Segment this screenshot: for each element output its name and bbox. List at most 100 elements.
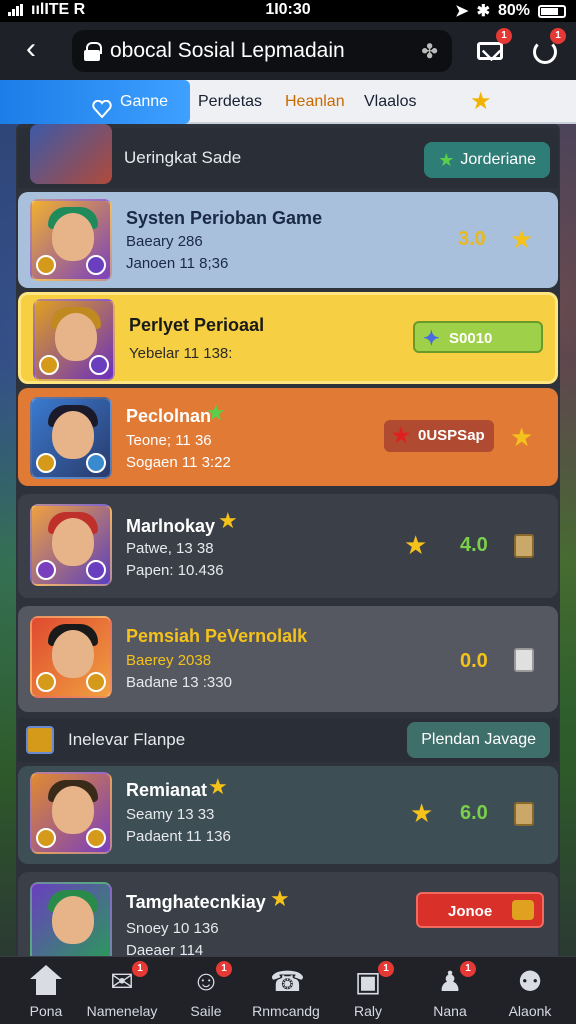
- item-title: Systen Perioban Game: [126, 208, 323, 228]
- item-detail: Badane 13 :330: [126, 674, 232, 691]
- face-shape: [52, 786, 94, 834]
- list-item[interactable]: Peclolnan ★ Teone; 11 36 Sogaen 11 3:22 …: [18, 388, 558, 486]
- phone-icon: ☎: [270, 966, 305, 997]
- face-shape: [52, 411, 94, 459]
- action-button[interactable]: ✦ S0010: [413, 321, 543, 353]
- star-icon[interactable]: ★: [410, 798, 433, 829]
- gem-icon: ✦: [423, 328, 440, 350]
- star-icon: ★: [208, 774, 228, 799]
- badge-icon: [39, 355, 59, 375]
- star-icon: ★: [218, 508, 238, 533]
- star-icon: ★: [438, 150, 455, 170]
- mail-icon[interactable]: 1: [474, 28, 512, 68]
- address-text: obocal Sosial Lepmadain: [110, 39, 345, 62]
- item-detail: Janoen 11 8;36: [126, 255, 229, 272]
- avatar: [30, 882, 112, 956]
- chest-icon[interactable]: [514, 648, 534, 672]
- badge-icon: [86, 828, 106, 848]
- refresh-ring: [533, 40, 557, 64]
- badge-icon: [86, 560, 106, 580]
- face-shape: [52, 213, 94, 261]
- item-detail: Daeaer 114: [126, 942, 204, 956]
- section-header: Inelevar Flanpe Plendan Javage: [18, 718, 558, 762]
- nav-namenelay[interactable]: ✉ 1 Namenelay: [76, 957, 168, 1024]
- heart-check-icon: [92, 92, 112, 119]
- item-detail: Padaent 11 136: [126, 828, 231, 845]
- nav-saile[interactable]: ☺ 1 Saile: [160, 957, 252, 1024]
- face-shape: [52, 518, 94, 566]
- badge-icon: [86, 672, 106, 692]
- profile-icon: ⚉: [517, 966, 543, 997]
- item-title: Tamghatecnkiay: [126, 892, 266, 912]
- badge-icon: [36, 672, 56, 692]
- star-icon[interactable]: ★: [510, 224, 533, 255]
- item-title: Pemsiah PeVernolalk: [126, 626, 308, 646]
- tab-game[interactable]: Ganne: [0, 80, 190, 124]
- avatar: [30, 772, 112, 854]
- badge-icon: [86, 453, 106, 473]
- action-button[interactable]: ★ 0USPSap: [384, 420, 494, 452]
- item-title: Marlnokay: [126, 516, 216, 536]
- nav-alaonk[interactable]: ⚉ Alaonk: [484, 957, 576, 1024]
- avatar: [30, 124, 112, 184]
- list-item[interactable]: Tamghatecnkiay ★ Snoey 10 136 Daeaer 114…: [18, 872, 558, 956]
- nav-label: Raly: [353, 1003, 382, 1019]
- bottom-nav: Pona ✉ 1 Namenelay ☺ 1 Saile ☎ Rnmcandg …: [0, 956, 576, 1024]
- join-label: Jonoe: [448, 903, 493, 920]
- nav-nana[interactable]: ♟ 1 Nana: [404, 957, 496, 1024]
- chest-icon[interactable]: [514, 802, 534, 826]
- avatar: [30, 397, 112, 479]
- status-bar: ıılITE R 1I0:30 ➤ ✱ 80%: [0, 0, 576, 22]
- list-item[interactable]: Systen Perioban Game Baeary 286 Janoen 1…: [18, 192, 558, 288]
- badge-icon: [36, 828, 56, 848]
- nav-label: Alaonk: [508, 1003, 552, 1019]
- star-icon[interactable]: ★: [510, 422, 533, 453]
- item-detail: Baeary 286: [126, 233, 203, 250]
- leaderboard-list[interactable]: Ueringkat Sade ★ Jorderiane Systen Perio…: [0, 124, 576, 956]
- coin-icon: [512, 900, 534, 920]
- jorderiane-button[interactable]: ★ Jorderiane: [424, 142, 550, 178]
- list-item-highlighted[interactable]: Perlyet Perioaal Yebelar 11 138: ✦ S0010: [18, 292, 558, 384]
- star-icon: ★: [270, 886, 290, 911]
- section-header: Ueringkat Sade ★ Jorderiane: [18, 124, 558, 188]
- item-score: 6.0: [460, 802, 488, 824]
- battery-percent: 80%: [497, 2, 530, 19]
- list-item[interactable]: Marlnokay ★ Patwe, 13 38 Papen: 10.436 ★…: [18, 494, 558, 598]
- item-detail: Papen: 10.436: [126, 562, 224, 579]
- nav-label: Nana: [433, 1003, 467, 1019]
- tab-perdetas[interactable]: Perdetas: [198, 80, 262, 124]
- nav-raly[interactable]: ▣ 1 Raly: [322, 957, 414, 1024]
- list-item[interactable]: Remianat ★ Seamy 13 33 Padaent 11 136 ★ …: [18, 766, 558, 864]
- item-detail: Snoey 10 136: [126, 920, 219, 937]
- refresh-badge: 1: [550, 28, 566, 44]
- list-item[interactable]: Pemsiah PeVernolalk Baerey 2038 Badane 1…: [18, 606, 558, 712]
- tab-game-label: Ganne: [120, 93, 169, 110]
- badge-icon: [89, 355, 109, 375]
- item-title: Perlyet Perioaal: [129, 315, 265, 335]
- item-detail: Yebelar 11 138:: [129, 345, 233, 362]
- extensions-icon[interactable]: ✤: [421, 39, 438, 64]
- tab-favorites-star-icon[interactable]: ★: [470, 80, 492, 124]
- action-label: 0USPSap: [418, 427, 485, 444]
- plendan-javage-button[interactable]: Plendan Javage: [407, 722, 550, 758]
- item-detail: Patwe, 13 38: [126, 540, 214, 557]
- join-button[interactable]: Jonoe: [416, 892, 544, 928]
- nav-label: Rnmcandg: [252, 1003, 320, 1019]
- battery-icon: [538, 4, 566, 18]
- badge-icon: [36, 560, 56, 580]
- nav-badge: 1: [460, 961, 476, 977]
- nav-label: Namenelay: [86, 1003, 158, 1019]
- refresh-icon[interactable]: 1: [528, 28, 566, 68]
- back-arrow-icon[interactable]: ‹: [14, 34, 48, 68]
- tab-vlaalos[interactable]: Vlaalos: [364, 80, 416, 124]
- chest-icon[interactable]: [514, 534, 534, 558]
- avatar: [33, 299, 115, 381]
- star-icon[interactable]: ★: [404, 530, 427, 561]
- badge-icon: [36, 453, 56, 473]
- tab-heanlan[interactable]: Heanlan: [285, 80, 345, 124]
- red-star-icon: ★: [392, 425, 410, 447]
- nav-rnmcandg[interactable]: ☎ Rnmcandg: [240, 957, 332, 1024]
- nav-badge: 1: [132, 961, 148, 977]
- address-bar[interactable]: obocal Sosial Lepmadain ✤: [72, 30, 452, 72]
- section-title: Inelevar Flanpe: [68, 730, 186, 749]
